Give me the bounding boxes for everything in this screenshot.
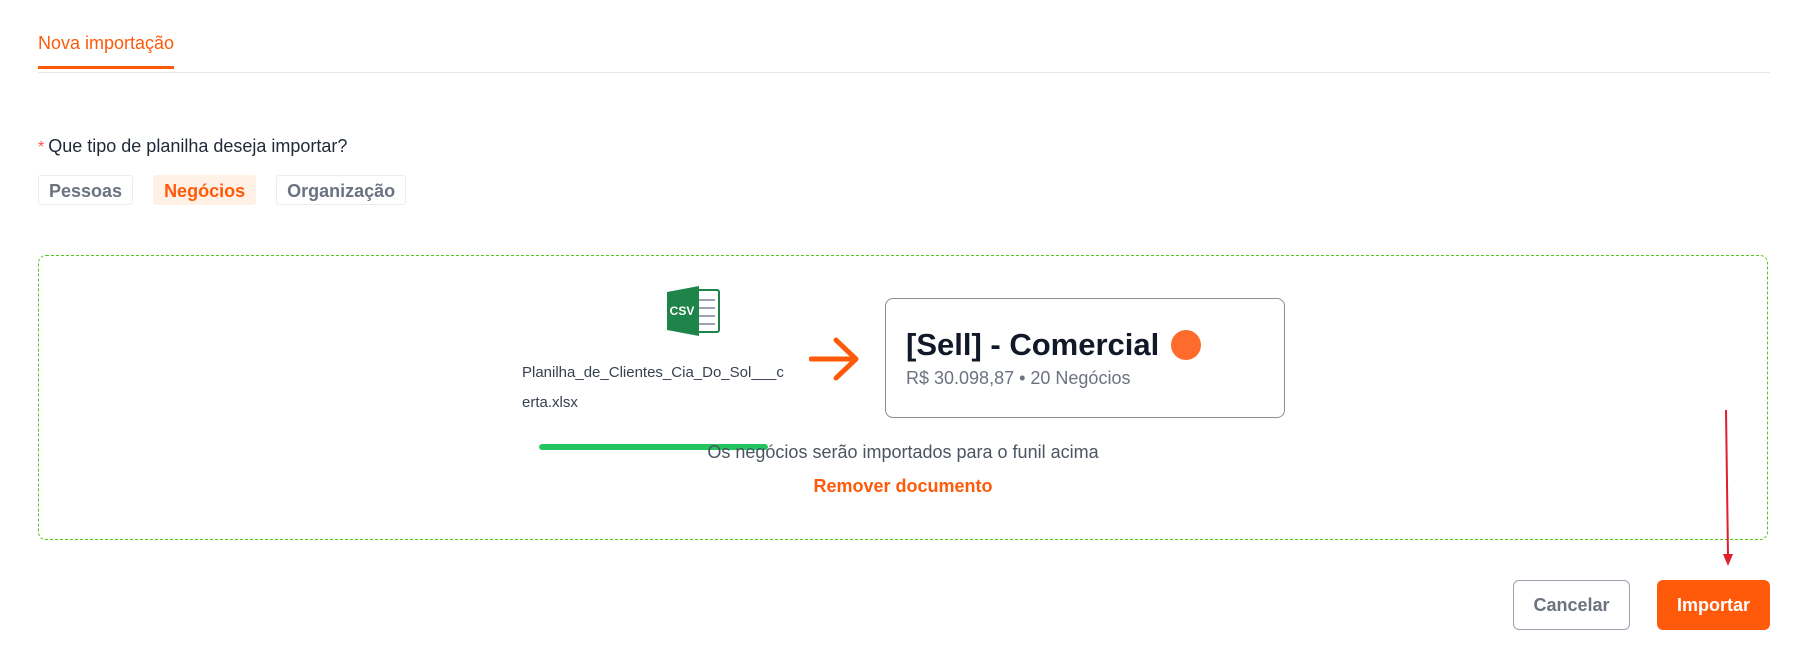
import-info-text: Os negócios serão importados para o funi… bbox=[707, 442, 1099, 462]
option-pessoas[interactable]: Pessoas bbox=[38, 175, 134, 205]
import-page: Nova importação * Que tipo de planilha de… bbox=[0, 0, 1793, 656]
target-funnel-card[interactable]: [Sell] - Comercial R$ 30.098,87 • 20 Neg… bbox=[885, 298, 1285, 418]
file-name: Planilha_de_Clientes_Cia_Do_Sol___certa.… bbox=[522, 364, 784, 411]
funnel-title: [Sell] - Comercial bbox=[906, 327, 1202, 363]
funnel-summary: R$ 30.098,87 • 20 Negócios bbox=[906, 368, 1131, 388]
remove-document-link[interactable]: Remover documento bbox=[39, 476, 1767, 497]
tab-nova-importacao[interactable]: Nova importação bbox=[38, 33, 175, 69]
csv-icon-label: CSV bbox=[670, 304, 695, 318]
cancel-button[interactable]: Cancelar bbox=[1513, 580, 1630, 630]
import-button[interactable]: Importar bbox=[1657, 580, 1770, 630]
funnel-title-text: [Sell] - Comercial bbox=[906, 327, 1160, 362]
option-organizacao[interactable]: Organização bbox=[276, 175, 407, 205]
tab-bar: Nova importação bbox=[38, 0, 1770, 73]
arrow-right-icon bbox=[809, 337, 859, 381]
csv-file-icon: CSV bbox=[667, 286, 720, 336]
funnel-color-dot bbox=[1171, 330, 1202, 360]
remove-document-label[interactable]: Remover documento bbox=[813, 476, 992, 496]
spreadsheet-type-question: * Que tipo de planilha deseja importar? bbox=[38, 136, 347, 157]
option-negocios[interactable]: Negócios bbox=[153, 175, 257, 205]
upload-dropzone[interactable]: CSV Planilha_de_Clientes_Cia_Do_Sol___ce… bbox=[38, 255, 1768, 540]
question-label: Que tipo de planilha deseja importar? bbox=[48, 136, 348, 156]
spreadsheet-type-options: Pessoas Negócios Organização bbox=[38, 175, 407, 205]
required-mark: * bbox=[38, 139, 45, 156]
